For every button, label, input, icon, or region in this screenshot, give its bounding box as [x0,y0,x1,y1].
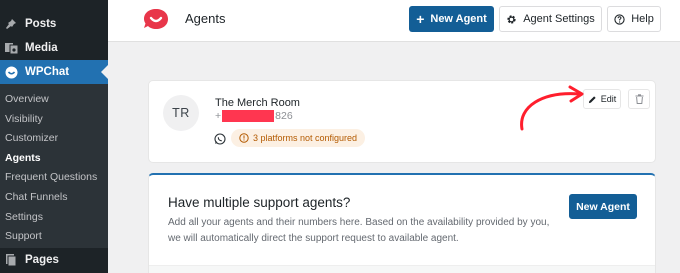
annotation-arrow-icon [520,85,584,131]
submenu-item-settings[interactable]: Settings [0,208,108,228]
submenu-item-chat-funnels[interactable]: Chat Funnels [0,188,108,208]
sidebar-item-posts[interactable]: Posts [0,12,108,36]
page-title: Agents [185,11,226,26]
sidebar-item-label: WPChat [25,66,70,78]
submenu-item-customizer[interactable]: Customizer [0,129,108,149]
edit-label: Edit [600,94,617,104]
media-icon [4,41,18,55]
submenu-item-overview[interactable]: Overview [0,90,108,110]
agent-phone: + 826 [215,110,293,122]
active-pointer [101,65,108,79]
sidebar-item-label: Pages [25,254,59,266]
warning-icon [239,133,249,143]
pin-icon [4,17,18,31]
promo-footer [149,265,655,273]
wpchat-logo-icon [144,9,168,29]
sidebar-item-pages[interactable]: Pages [0,248,108,272]
sidebar-item-label: Media [25,42,58,54]
help-button[interactable]: Help [607,6,661,32]
admin-sidebar: Posts Media WPChat Overview Visibility C… [0,0,108,273]
avatar: TR [163,95,199,131]
page-header: Agents + New Agent Agent Settings Help [108,0,680,42]
whatsapp-icon [214,133,226,145]
plus-icon: + [416,11,425,27]
agent-settings-label: Agent Settings [523,13,595,25]
multiple-agents-card: Have multiple support agents? Add all yo… [148,173,656,273]
promo-new-agent-button[interactable]: New Agent [569,194,637,219]
sidebar-item-label: Posts [25,18,57,30]
pencil-icon [588,95,596,103]
promo-description: Add all your agents and their numbers he… [168,217,550,244]
sidebar-item-media[interactable]: Media [0,36,108,60]
agent-settings-button[interactable]: Agent Settings [499,6,602,32]
gear-icon [507,14,516,24]
submenu-item-frequent-questions[interactable]: Frequent Questions [0,168,108,188]
new-agent-label: New Agent [430,13,487,25]
help-icon [614,13,625,25]
chat-icon [4,65,18,79]
platforms-warning-badge[interactable]: 3 platforms not configured [231,129,366,147]
sidebar-item-wpchat[interactable]: WPChat [0,60,108,84]
submenu-item-agents[interactable]: Agents [0,149,108,169]
submenu-item-visibility[interactable]: Visibility [0,110,108,130]
agent-name: The Merch Room [215,97,300,109]
new-agent-button[interactable]: + New Agent [409,6,494,32]
trash-icon [635,94,643,104]
phone-suffix: 826 [275,110,293,122]
wpchat-submenu: Overview Visibility Customizer Agents Fr… [0,84,108,248]
warning-text: 3 platforms not configured [253,133,358,143]
pages-icon [4,253,18,267]
edit-agent-button[interactable]: Edit [583,89,621,109]
promo-title: Have multiple support agents? [168,195,351,210]
phone-redaction [222,110,275,122]
phone-prefix: + [215,110,222,122]
help-label: Help [631,13,654,25]
submenu-item-support[interactable]: Support [0,227,108,247]
delete-agent-button[interactable] [628,89,650,109]
